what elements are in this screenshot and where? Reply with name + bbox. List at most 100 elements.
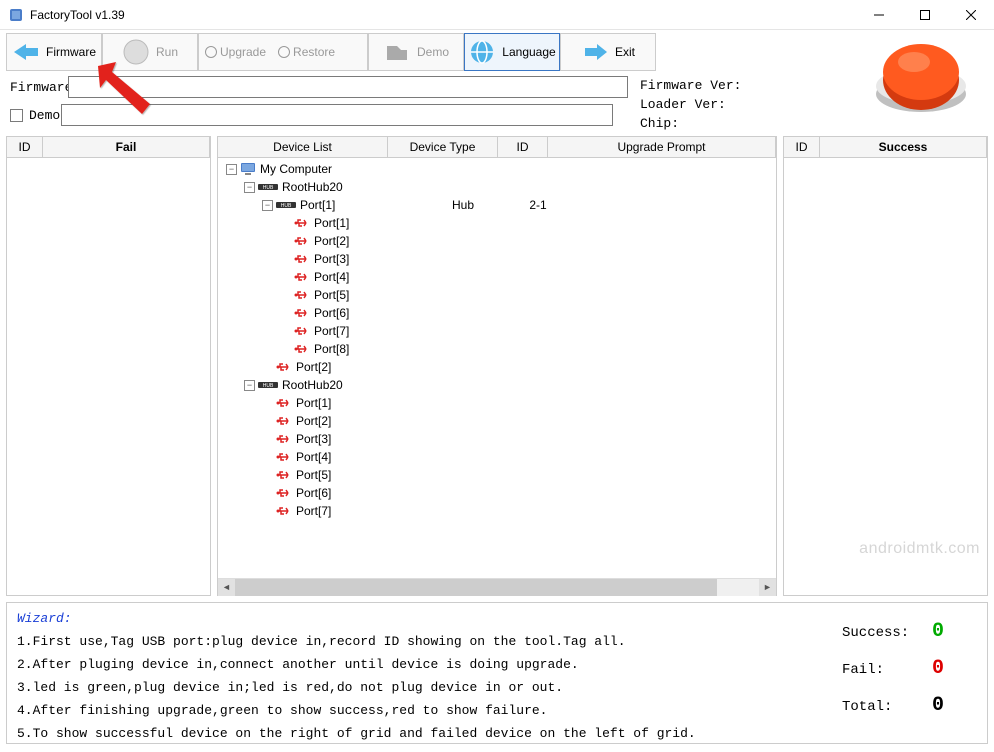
col-device-type[interactable]: Device Type: [388, 137, 498, 157]
tree-row[interactable]: Port[2]: [218, 232, 776, 250]
upgrade-radio-label: Upgrade: [220, 45, 266, 59]
svg-text:HUB: HUB: [263, 185, 274, 191]
tree-row[interactable]: Port[2]: [218, 358, 776, 376]
chip-label: Chip:: [640, 116, 679, 131]
device-tree[interactable]: −My Computer−HUBRootHub20−HUBPort[1]Hub2…: [218, 158, 776, 522]
demo-button[interactable]: Demo: [368, 33, 464, 71]
demo-button-label: Demo: [417, 45, 449, 59]
run-button[interactable]: Run: [102, 33, 198, 71]
wizard-line: 2.After pluging device in,connect anothe…: [17, 657, 977, 672]
radio-icon: [205, 46, 217, 58]
tree-item-label: Port[1]: [296, 396, 331, 410]
titlebar: FactoryTool v1.39: [0, 0, 994, 30]
stats-total-value: 0: [932, 694, 944, 717]
app-icon: [8, 7, 24, 23]
tree-item-label: Port[3]: [314, 252, 349, 266]
tree-row[interactable]: Port[2]: [218, 412, 776, 430]
usb-icon: [294, 343, 310, 355]
wizard-line: 4.After finishing upgrade,green to show …: [17, 703, 977, 718]
run-button-label: Run: [156, 45, 178, 59]
horizontal-scrollbar[interactable]: ◄ ►: [218, 578, 776, 595]
tree-row[interactable]: −HUBRootHub20: [218, 376, 776, 394]
upgrade-radio[interactable]: Upgrade: [205, 45, 266, 59]
maximize-button[interactable]: [902, 0, 948, 30]
fail-col-fail[interactable]: Fail: [43, 137, 210, 157]
tree-device-type: Hub: [413, 198, 513, 212]
language-button[interactable]: Language: [464, 33, 560, 71]
tree-row[interactable]: Port[3]: [218, 250, 776, 268]
tree-toggle-icon[interactable]: −: [262, 200, 273, 211]
language-button-label: Language: [502, 45, 555, 59]
tree-row[interactable]: Port[4]: [218, 448, 776, 466]
tree-item-label: RootHub20: [282, 180, 343, 194]
scroll-left-arrow[interactable]: ◄: [218, 579, 235, 596]
tree-toggle-icon[interactable]: −: [244, 380, 255, 391]
tree-item-label: Port[8]: [314, 342, 349, 356]
tree-row[interactable]: Port[4]: [218, 268, 776, 286]
wizard-line: 3.led is green,plug device in;led is red…: [17, 680, 977, 695]
scroll-track[interactable]: [235, 579, 759, 596]
wizard-line: 5.To show successful device on the right…: [17, 726, 977, 741]
firmware-button[interactable]: Firmware: [6, 33, 102, 71]
computer-icon: [240, 162, 256, 176]
device-tree-body: −My Computer−HUBRootHub20−HUBPort[1]Hub2…: [218, 158, 776, 578]
col-id[interactable]: ID: [498, 137, 548, 157]
action-button[interactable]: [866, 34, 976, 119]
tree-row[interactable]: − HUB RootHub20: [218, 178, 776, 196]
tree-toggle-icon[interactable]: −: [226, 164, 237, 175]
device-panel: Device List Device Type ID Upgrade Promp…: [217, 136, 777, 596]
window-title: FactoryTool v1.39: [30, 8, 125, 22]
tree-row[interactable]: Port[5]: [218, 466, 776, 484]
stats-success-label: Success:: [842, 625, 922, 641]
tree-device-id: 2-1: [518, 198, 558, 212]
radio-icon: [278, 46, 290, 58]
stats-total-label: Total:: [842, 699, 922, 715]
tree-row[interactable]: Port[1]: [218, 394, 776, 412]
tree-item-label: Port[5]: [296, 468, 331, 482]
tree-row[interactable]: Port[6]: [218, 304, 776, 322]
demo-checkbox[interactable]: [10, 109, 23, 122]
close-button[interactable]: [948, 0, 994, 30]
demo-label: Demo: [29, 108, 61, 123]
tree-row[interactable]: Port[3]: [218, 430, 776, 448]
usb-icon: [276, 397, 292, 409]
hub-icon: HUB: [276, 200, 296, 210]
tree-row[interactable]: Port[1]: [218, 214, 776, 232]
tree-row[interactable]: Port[8]: [218, 340, 776, 358]
device-panel-header: Device List Device Type ID Upgrade Promp…: [218, 137, 776, 158]
exit-button[interactable]: Exit: [560, 33, 656, 71]
col-upgrade-prompt[interactable]: Upgrade Prompt: [548, 137, 776, 157]
tree-row[interactable]: Port[6]: [218, 484, 776, 502]
scroll-right-arrow[interactable]: ►: [759, 579, 776, 596]
success-panel-header: ID Success: [784, 137, 987, 158]
fail-col-id[interactable]: ID: [7, 137, 43, 157]
stats-block: Success:0 Fail:0 Total:0: [842, 620, 944, 731]
minimize-button[interactable]: [856, 0, 902, 30]
tree-row[interactable]: Port[7]: [218, 502, 776, 520]
success-panel: ID Success: [783, 136, 988, 596]
firmware-input[interactable]: [68, 76, 628, 98]
tree-item-label: Port[2]: [296, 414, 331, 428]
tree-row[interactable]: −HUBPort[1]Hub2-1: [218, 196, 776, 214]
stats-fail-value: 0: [932, 657, 944, 680]
usb-icon: [276, 505, 292, 517]
svg-text:HUB: HUB: [281, 203, 292, 209]
main-panels: ID Fail Device List Device Type ID Upgra…: [0, 136, 994, 596]
usb-icon: [276, 415, 292, 427]
tree-item-label: Port[1]: [314, 216, 349, 230]
tree-row[interactable]: Port[5]: [218, 286, 776, 304]
scroll-thumb[interactable]: [235, 579, 717, 596]
success-col-id[interactable]: ID: [784, 137, 820, 157]
tree-row[interactable]: Port[7]: [218, 322, 776, 340]
usb-icon: [294, 235, 310, 247]
demo-input[interactable]: [61, 104, 613, 126]
tree-item-label: Port[4]: [296, 450, 331, 464]
tree-toggle-icon[interactable]: −: [244, 182, 255, 193]
restore-radio[interactable]: Restore: [278, 45, 335, 59]
success-col-success[interactable]: Success: [820, 137, 987, 157]
tree-item-label: Port[4]: [314, 270, 349, 284]
col-device-list[interactable]: Device List: [218, 137, 388, 157]
tree-row[interactable]: − My Computer: [218, 160, 776, 178]
run-icon: [122, 38, 150, 66]
tree-item-label: My Computer: [260, 162, 332, 176]
